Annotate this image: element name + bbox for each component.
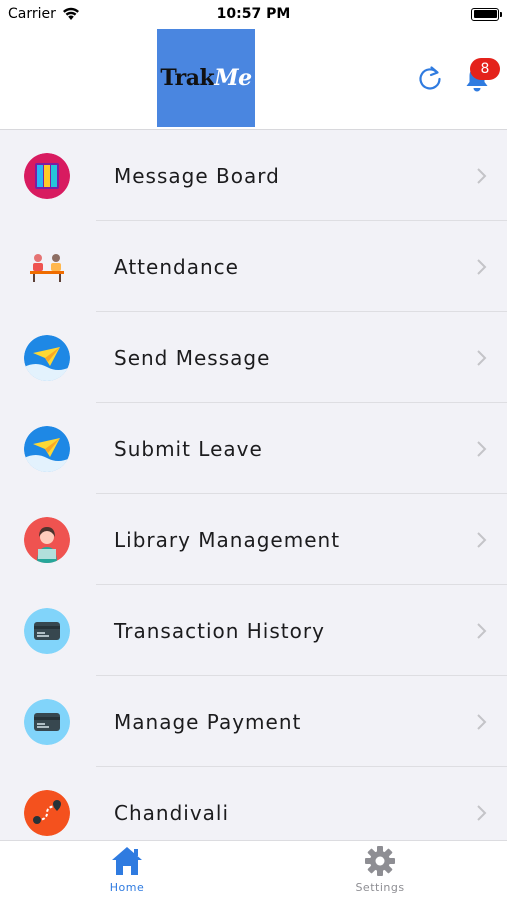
home-icon — [112, 847, 142, 875]
menu-item-message-board[interactable]: Message Board — [0, 130, 507, 221]
status-time: 10:57 PM — [216, 6, 291, 22]
status-bar: Carrier 10:57 PM — [0, 0, 507, 28]
menu-item-chandivali[interactable]: Chandivali — [0, 767, 507, 840]
route-icon — [24, 789, 70, 836]
menu-item-attendance[interactable]: Attendance — [0, 221, 507, 312]
logo-trak-text: Trak — [160, 65, 215, 91]
menu-item-transaction-history[interactable]: Transaction History — [0, 585, 507, 676]
tab-settings-label: Settings — [355, 881, 405, 894]
message-board-icon — [24, 152, 70, 199]
attendance-icon — [24, 243, 70, 290]
chevron-right-icon — [477, 713, 487, 730]
menu-item-label: Library Management — [114, 527, 341, 552]
tab-settings[interactable]: Settings — [320, 845, 440, 894]
menu-item-send-message[interactable]: Send Message — [0, 312, 507, 403]
chevron-right-icon — [477, 258, 487, 275]
menu-item-label: Manage Payment — [114, 709, 302, 734]
wifi-icon — [62, 7, 79, 20]
menu-item-manage-payment[interactable]: Manage Payment — [0, 676, 507, 767]
paper-plane-icon — [24, 425, 70, 472]
tab-home[interactable]: Home — [67, 845, 187, 894]
menu-item-label: Submit Leave — [114, 436, 263, 461]
chevron-right-icon — [477, 349, 487, 366]
menu-item-label: Chandivali — [114, 800, 230, 825]
menu-item-label: Attendance — [114, 254, 239, 279]
menu-item-label: Message Board — [114, 163, 280, 188]
menu-item-library-management[interactable]: Library Management — [0, 494, 507, 585]
status-left: Carrier — [8, 6, 80, 22]
credit-card-icon — [24, 607, 70, 654]
tab-bar: Home Settings — [0, 840, 507, 900]
menu-item-submit-leave[interactable]: Submit Leave — [0, 403, 507, 494]
battery-icon — [471, 7, 502, 21]
chevron-right-icon — [477, 531, 487, 548]
gear-icon — [365, 846, 395, 876]
paper-plane-icon — [24, 334, 70, 381]
credit-card-icon — [24, 698, 70, 745]
notification-badge: 8 — [470, 58, 500, 80]
tab-home-label: Home — [109, 881, 145, 894]
chevron-right-icon — [477, 622, 487, 639]
refresh-icon[interactable] — [416, 64, 444, 92]
menu-item-label: Transaction History — [114, 618, 325, 643]
chevron-right-icon — [477, 804, 487, 821]
menu-list: Message Board Attendance Send Message Su… — [0, 130, 507, 840]
logo-me-text: Me — [214, 65, 252, 91]
menu-item-label: Send Message — [114, 345, 271, 370]
trakme-logo: Trak Me — [157, 29, 255, 127]
chevron-right-icon — [477, 167, 487, 184]
reader-icon — [24, 516, 70, 563]
chevron-right-icon — [477, 440, 487, 457]
app-header: Trak Me 8 — [0, 28, 507, 130]
carrier-label: Carrier — [8, 6, 56, 22]
